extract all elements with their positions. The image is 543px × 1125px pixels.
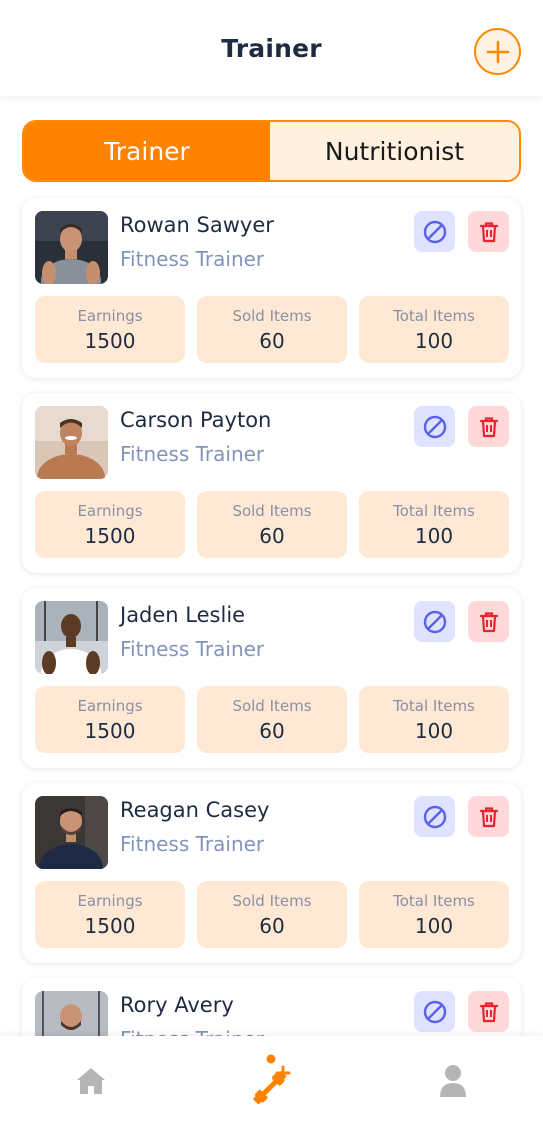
home-icon xyxy=(77,1068,105,1094)
nav-home[interactable] xyxy=(66,1056,116,1106)
earnings-stat: Earnings 1500 xyxy=(35,296,185,363)
tab-nutritionist[interactable]: Nutritionist xyxy=(270,122,519,180)
trainer-name: Carson Payton xyxy=(120,408,272,432)
stat-value: 1500 xyxy=(84,524,136,548)
stat-label: Sold Items xyxy=(232,502,312,520)
trainer-card[interactable]: Carson Payton Fitness Trainer Earnings 1… xyxy=(22,393,521,573)
sold-items-stat: Sold Items 60 xyxy=(197,686,347,753)
trainer-card[interactable]: Reagan Casey Fitness Trainer Earnings 15… xyxy=(22,783,521,963)
block-button[interactable] xyxy=(414,796,455,837)
avatar xyxy=(35,601,108,674)
total-items-stat: Total Items 100 xyxy=(359,491,509,558)
block-button[interactable] xyxy=(414,211,455,252)
sold-items-stat: Sold Items 60 xyxy=(197,491,347,558)
stat-value: 100 xyxy=(414,719,454,743)
block-icon xyxy=(423,415,446,438)
trainer-name: Jaden Leslie xyxy=(120,603,246,627)
total-items-stat: Total Items 100 xyxy=(359,686,509,753)
app-header: Trainer xyxy=(0,0,543,96)
stat-value: 60 xyxy=(259,524,285,548)
add-trainer-button[interactable] xyxy=(474,28,521,75)
plus-icon xyxy=(486,40,509,63)
trainer-card[interactable]: Jaden Leslie Fitness Trainer Earnings 15… xyxy=(22,588,521,768)
delete-button[interactable] xyxy=(468,796,509,837)
block-icon xyxy=(423,1000,446,1023)
trainer-name: Rory Avery xyxy=(120,993,234,1017)
trainer-role: Fitness Trainer xyxy=(120,637,265,661)
delete-button[interactable] xyxy=(468,991,509,1032)
avatar xyxy=(35,796,108,869)
stat-label: Total Items xyxy=(393,307,475,325)
trash-icon xyxy=(479,611,498,632)
delete-button[interactable] xyxy=(468,601,509,642)
avatar xyxy=(35,406,108,479)
bottom-nav xyxy=(0,1036,543,1125)
profile-icon xyxy=(440,1065,466,1097)
stat-label: Earnings xyxy=(77,892,143,910)
sold-items-stat: Sold Items 60 xyxy=(197,881,347,948)
avatar xyxy=(35,211,108,284)
stat-value: 100 xyxy=(414,524,454,548)
total-items-stat: Total Items 100 xyxy=(359,881,509,948)
tab-trainer[interactable]: Trainer xyxy=(24,122,270,180)
block-icon xyxy=(423,805,446,828)
stat-label: Sold Items xyxy=(232,307,312,325)
stat-value: 100 xyxy=(414,914,454,938)
stat-label: Sold Items xyxy=(232,892,312,910)
trash-icon xyxy=(479,416,498,437)
trash-icon xyxy=(479,221,498,242)
earnings-stat: Earnings 1500 xyxy=(35,881,185,948)
trainer-name: Rowan Sawyer xyxy=(120,213,274,237)
block-button[interactable] xyxy=(414,601,455,642)
avatar xyxy=(35,991,108,1036)
stat-value: 60 xyxy=(259,329,285,353)
stat-value: 1500 xyxy=(84,719,136,743)
block-icon xyxy=(423,610,446,633)
trainer-card[interactable]: Rowan Sawyer Fitness Trainer Earnings 15… xyxy=(22,198,521,378)
nav-trainers[interactable] xyxy=(246,1054,296,1105)
block-icon xyxy=(423,220,446,243)
stat-value: 60 xyxy=(259,914,285,938)
trainer-role: Fitness Trainer xyxy=(120,832,265,856)
stat-label: Sold Items xyxy=(232,697,312,715)
page-title: Trainer xyxy=(221,34,322,63)
stat-label: Total Items xyxy=(393,502,475,520)
trainer-role: Fitness Trainer xyxy=(120,1027,264,1036)
earnings-stat: Earnings 1500 xyxy=(35,686,185,753)
stat-label: Earnings xyxy=(77,307,143,325)
trainer-list[interactable]: Trainer Nutritionist Rowan Sawyer Fitnes… xyxy=(0,0,543,1036)
trash-icon xyxy=(479,1001,498,1022)
sold-items-stat: Sold Items 60 xyxy=(197,296,347,363)
stat-value: 100 xyxy=(414,329,454,353)
stat-label: Total Items xyxy=(393,697,475,715)
block-button[interactable] xyxy=(414,406,455,447)
nav-profile[interactable] xyxy=(428,1056,478,1106)
trainer-dumbbell-icon xyxy=(253,1054,291,1105)
earnings-stat: Earnings 1500 xyxy=(35,491,185,558)
stat-label: Earnings xyxy=(77,697,143,715)
trash-icon xyxy=(479,806,498,827)
stat-label: Total Items xyxy=(393,892,475,910)
trainer-role: Fitness Trainer xyxy=(120,247,265,271)
stat-label: Earnings xyxy=(77,502,143,520)
trainer-role: Fitness Trainer xyxy=(120,442,265,466)
block-button[interactable] xyxy=(414,991,455,1032)
stat-value: 60 xyxy=(259,719,285,743)
trainer-card[interactable]: Rory Avery Fitness Trainer Earnings 1500… xyxy=(22,978,521,1036)
delete-button[interactable] xyxy=(468,211,509,252)
category-tabs: Trainer Nutritionist xyxy=(22,120,521,182)
delete-button[interactable] xyxy=(468,406,509,447)
trainer-name: Reagan Casey xyxy=(120,798,270,822)
stat-value: 1500 xyxy=(84,914,136,938)
total-items-stat: Total Items 100 xyxy=(359,296,509,363)
stat-value: 1500 xyxy=(84,329,136,353)
